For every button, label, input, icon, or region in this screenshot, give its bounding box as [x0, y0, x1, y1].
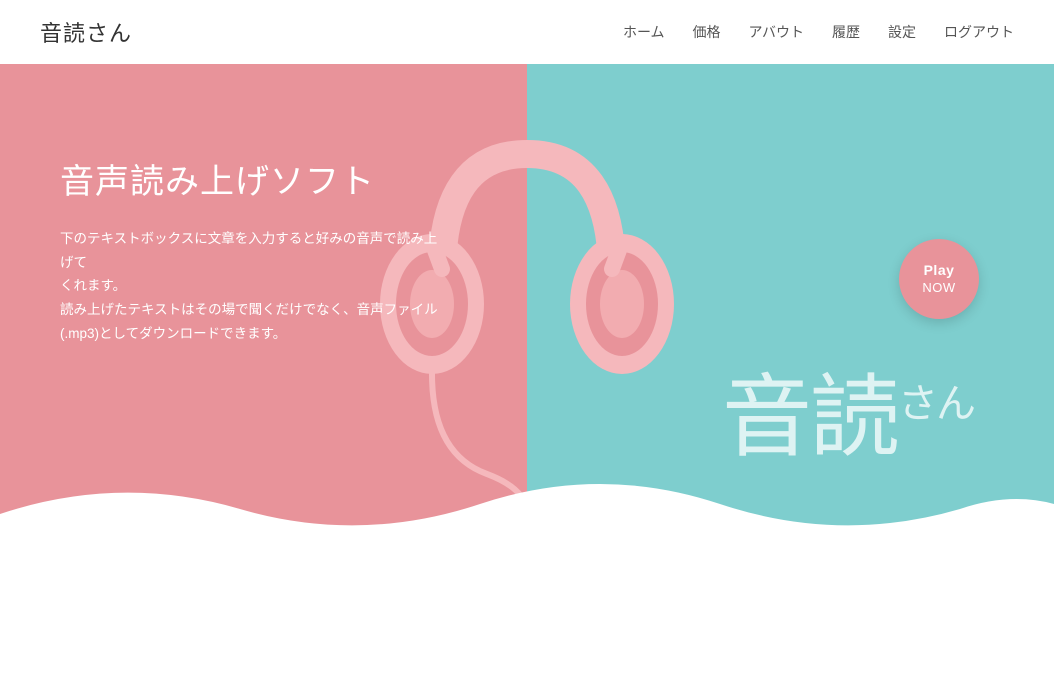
nav-link-history[interactable]: 履歴 [832, 24, 860, 40]
nav-logo[interactable]: 音読さん [40, 16, 132, 48]
hero-brand-text: 音読さん [722, 344, 974, 474]
nav-item-logout[interactable]: ログアウト [944, 22, 1014, 42]
nav-links: ホーム 価格 アバウト 履歴 設定 ログアウト [623, 22, 1014, 42]
nav-item-settings[interactable]: 設定 [888, 22, 916, 42]
nav-link-settings[interactable]: 設定 [888, 24, 916, 40]
nav-item-about[interactable]: アバウト [749, 22, 804, 42]
nav-link-price[interactable]: 価格 [693, 24, 721, 40]
play-now-top-label: Play [924, 261, 955, 279]
play-now-button[interactable]: Play NOW [899, 239, 979, 319]
hero-title: 音声読み上げソフト [60, 154, 440, 203]
hero-section: 音声読み上げソフト 下のテキストボックスに文章を入力すると好みの音声で読み上げて… [0, 64, 1054, 554]
nav-item-home[interactable]: ホーム [623, 22, 665, 42]
below-hero-area [0, 554, 1054, 684]
nav-link-home[interactable]: ホーム [623, 24, 665, 40]
nav-item-price[interactable]: 価格 [693, 22, 721, 42]
nav-link-about[interactable]: アバウト [749, 24, 804, 40]
nav-item-history[interactable]: 履歴 [832, 22, 860, 42]
hero-left-content: 音声読み上げソフト 下のテキストボックスに文章を入力すると好みの音声で読み上げて… [60, 154, 440, 345]
hero-wave [0, 474, 1054, 554]
navbar: 音読さん ホーム 価格 アバウト 履歴 設定 ログアウト [0, 0, 1054, 64]
nav-link-logout[interactable]: ログアウト [944, 24, 1014, 40]
hero-description: 下のテキストボックスに文章を入力すると好みの音声で読み上げて くれます。 読み上… [60, 227, 440, 345]
play-now-bottom-label: NOW [922, 280, 955, 297]
